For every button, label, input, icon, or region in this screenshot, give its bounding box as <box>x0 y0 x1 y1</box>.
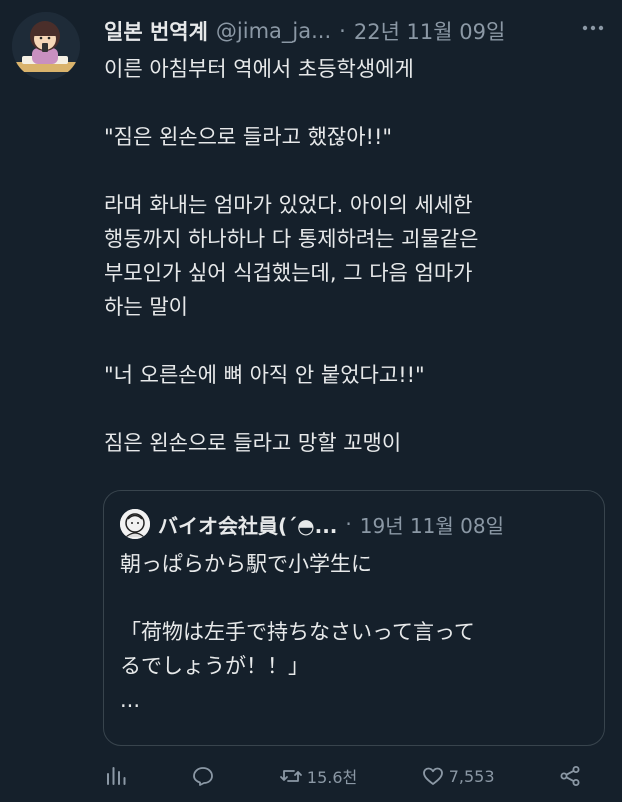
quoted-tweet-timestamp[interactable]: 19년 11월 08일 <box>360 510 504 539</box>
like-button[interactable]: 7,553 <box>421 764 495 788</box>
tweet-paragraph: "짐은 왼손으로 들라고 했잖아!!" <box>104 125 393 149</box>
author-display-name[interactable]: 일본 번역계 <box>104 16 208 46</box>
quoted-tweet-text: 朝っぱらから駅で小学生に 「荷物は左手で持ちなさいって言って るでしょうが！！」… <box>120 547 588 717</box>
share-icon <box>560 766 580 786</box>
more-options-button[interactable] <box>580 17 606 45</box>
quoted-author-avatar[interactable] <box>120 509 150 539</box>
reply-button[interactable] <box>191 764 215 788</box>
author-handle[interactable]: @jima_ja... <box>216 19 331 43</box>
separator-dot: · <box>345 512 352 536</box>
like-count: 7,553 <box>448 766 495 786</box>
retweet-count: 15.6천 <box>306 768 358 787</box>
tweet-header: 일본 번역계 @jima_ja... · 22년 11월 09일 <box>104 14 606 48</box>
retweet-icon <box>280 770 302 782</box>
quoted-tweet-header: バイオ会社員(´◓... · 19년 11월 08일 <box>120 509 590 539</box>
tweet[interactable]: 일본 번역계 @jima_ja... · 22년 11월 09일 이른 아침부터… <box>0 0 622 802</box>
quoted-avatar-illustration <box>120 509 150 539</box>
tweet-paragraph: 라며 화내는 엄마가 있었다. 아이의 세세한 행동까지 하나하나 다 통제하려… <box>104 193 479 319</box>
reply-icon <box>193 767 214 786</box>
more-horizontal-icon <box>582 25 604 31</box>
retweet-button[interactable]: 15.6천 <box>279 764 357 788</box>
share-button[interactable] <box>558 764 582 788</box>
heart-icon <box>422 767 443 785</box>
tweet-paragraph: "너 오른손에 뼈 아직 안 붙었다고!!" <box>104 363 425 387</box>
views-chart-icon <box>107 767 126 785</box>
quoted-author-name[interactable]: バイオ会社員(´◓... <box>158 510 337 539</box>
author-avatar[interactable] <box>12 12 80 80</box>
quoted-tweet[interactable]: バイオ会社員(´◓... · 19년 11월 08일 朝っぱらから駅で小学生に … <box>103 490 605 746</box>
tweet-text: 이른 아침부터 역에서 초등학생에게 "짐은 왼손으로 들라고 했잖아!!" 라… <box>104 52 598 460</box>
avatar-illustration <box>12 12 80 80</box>
quoted-paragraph: 「荷物は左手で持ちなさいって言って るでしょうが！！」 ... <box>120 620 475 712</box>
tweet-actions: 15.6천 7,553 <box>104 758 582 794</box>
separator-dot: · <box>339 19 346 43</box>
quoted-paragraph: 朝っぱらから駅で小学生に <box>120 552 372 576</box>
tweet-timestamp[interactable]: 22년 11월 09일 <box>354 16 505 46</box>
views-button[interactable] <box>104 764 128 788</box>
tweet-paragraph: 짐은 왼손으로 들라고 망할 꼬맹이 <box>104 431 402 455</box>
tweet-paragraph: 이른 아침부터 역에서 초등학생에게 <box>104 57 414 81</box>
